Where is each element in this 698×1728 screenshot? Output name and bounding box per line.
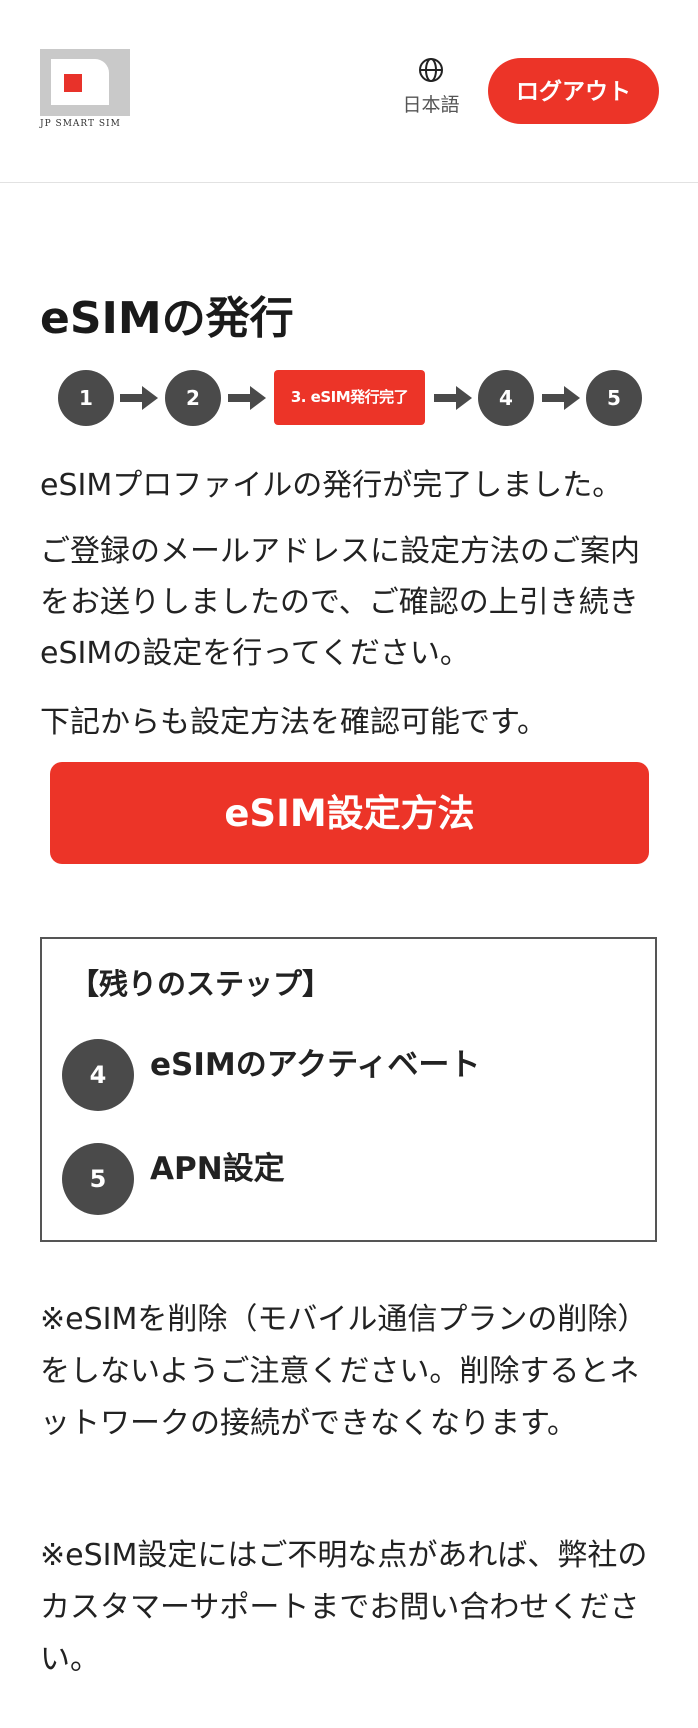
- arrow-right-icon: [542, 386, 580, 410]
- step-3-active: 3. eSIM発行完了: [274, 370, 425, 425]
- step-label: eSIMのアクティベート: [150, 1047, 481, 1083]
- logo-sim-card: [40, 49, 130, 116]
- language-label: 日本語: [402, 94, 460, 116]
- step-number-badge: 4: [62, 1039, 134, 1111]
- step-2: 2: [165, 370, 221, 426]
- step-5: 5: [586, 370, 642, 426]
- step-number-badge: 5: [62, 1143, 134, 1215]
- remaining-steps-box: 【残りのステップ】 4 eSIMのアクティベート 5 APN設定: [40, 937, 657, 1242]
- globe-icon: [419, 58, 443, 82]
- remaining-steps-title: 【残りのステップ】: [70, 967, 332, 1001]
- list-item: 4 eSIMのアクティベート: [62, 1039, 642, 1111]
- esim-setup-guide-button[interactable]: eSIM設定方法: [50, 762, 649, 864]
- site-header: JP SMART SIM 日本語 ログアウト: [0, 0, 698, 183]
- list-item: 5 APN設定: [62, 1143, 642, 1215]
- step-4: 4: [478, 370, 534, 426]
- email-notice: ご登録のメールアドレスに設定方法のご案内をお送りしましたので、ご確認の上引き続き…: [40, 534, 640, 671]
- logo-text: JP SMART SIM: [40, 119, 121, 129]
- arrow-right-icon: [434, 386, 472, 410]
- step-label: APN設定: [150, 1151, 285, 1187]
- support-note: ※eSIM設定にはご不明な点があれば、弊社のカスタマーサポートまでお問い合わせく…: [40, 1538, 648, 1677]
- progress-stepper: 1 2 3. eSIM発行完了 4 5: [0, 370, 698, 426]
- complete-message: eSIMプロファイルの発行が完了しました。: [40, 468, 623, 503]
- delete-warning-note: ※eSIMを削除（モバイル通信プランの削除）をしないようご注意ください。削除する…: [40, 1302, 648, 1441]
- arrow-right-icon: [228, 386, 266, 410]
- page-title: eSIMの発行: [40, 293, 294, 344]
- language-selector[interactable]: 日本語: [396, 56, 466, 117]
- step-1: 1: [58, 370, 114, 426]
- logout-button[interactable]: ログアウト: [488, 58, 659, 124]
- below-notice: 下記からも設定方法を確認可能です。: [40, 705, 547, 740]
- jp-smart-sim-logo[interactable]: JP SMART SIM: [40, 49, 130, 131]
- arrow-right-icon: [120, 386, 158, 410]
